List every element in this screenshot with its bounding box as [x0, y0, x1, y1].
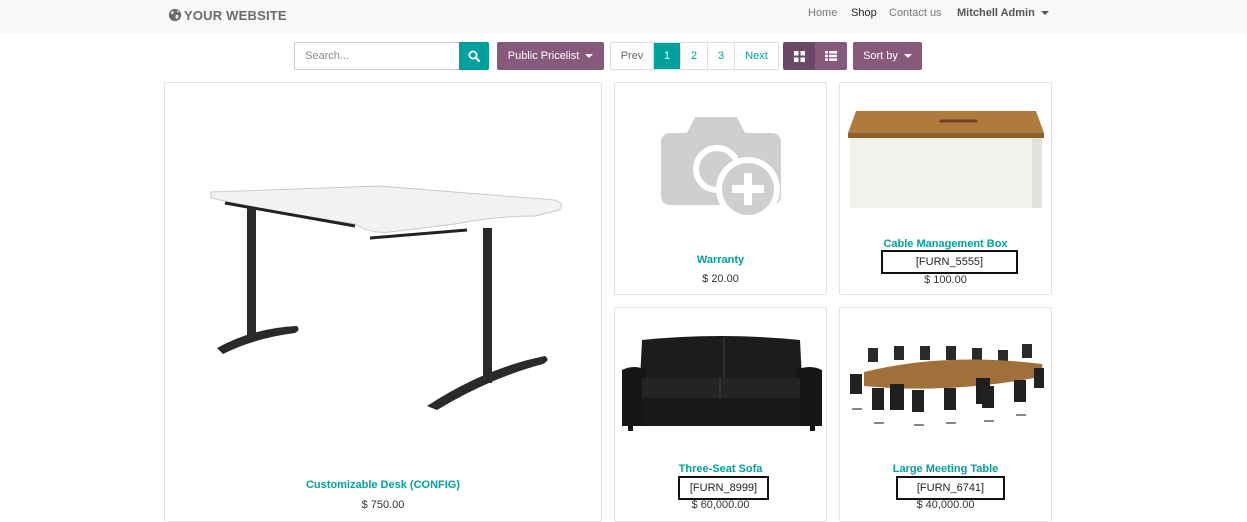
product-card-cable-management-box[interactable]: Cable Management Box [FURN_5555] $ 100.0… [839, 82, 1052, 295]
sofa-image [622, 336, 822, 431]
top-navbar: YOUR WEBSITE Home Shop Contact us Mitche… [0, 0, 1247, 34]
product-code-highlight: [FURN_8999] [678, 476, 769, 500]
product-card-warranty[interactable]: Warranty $ 20.00 [614, 82, 827, 295]
caret-down-icon [903, 54, 912, 58]
pager-page-3[interactable]: 3 [708, 43, 735, 69]
cable-box-image [848, 111, 1044, 208]
nav-contact-us[interactable]: Contact us [889, 7, 942, 19]
product-price: $ 20.00 [702, 273, 739, 285]
sort-by-dropdown[interactable]: Sort by [853, 42, 922, 70]
product-card-three-seat-sofa[interactable]: Three-Seat Sofa [FURN_8999] $ 60,000.00 [614, 307, 827, 522]
list-view-button[interactable] [815, 42, 847, 70]
product-price: $ 60,000.00 [691, 499, 750, 511]
globe-icon [168, 8, 182, 22]
search-input[interactable] [294, 42, 460, 70]
pricelist-label: Public Pricelist [507, 50, 580, 62]
product-code-highlight: [FURN_5555] [881, 250, 1018, 274]
brand-name: YOUR WEBSITE [184, 7, 287, 23]
product-name[interactable]: Warranty [615, 254, 826, 266]
product-code-highlight: [FURN_6741] [896, 476, 1005, 500]
pager-next[interactable]: Next [735, 43, 778, 69]
pagination: Prev 1 2 3 Next [610, 42, 779, 70]
nav-shop[interactable]: Shop [851, 7, 877, 19]
sort-by-label: Sort by [863, 50, 898, 62]
brand-logo[interactable]: YOUR WEBSITE [168, 6, 287, 24]
product-card-large-meeting-table[interactable]: Large Meeting Table [FURN_6741] $ 40,000… [839, 307, 1052, 522]
search-button[interactable] [459, 42, 489, 70]
product-name[interactable]: Three-Seat Sofa [615, 463, 826, 475]
grid-icon [793, 50, 805, 62]
product-price: $ 100.00 [924, 274, 967, 286]
product-price: $ 40,000.00 [916, 499, 975, 511]
product-card-customizable-desk[interactable]: Customizable Desk (CONFIG) $ 750.00 [164, 82, 602, 522]
list-icon [825, 51, 837, 61]
product-price: $ 750.00 [361, 499, 405, 511]
pager-page-1[interactable]: 1 [654, 43, 681, 69]
desk-image [210, 185, 562, 410]
pager-page-2[interactable]: 2 [681, 43, 708, 69]
caret-down-icon [1040, 11, 1049, 16]
user-menu[interactable]: Mitchell Admin [957, 7, 1049, 19]
caret-down-icon [585, 54, 594, 58]
search-icon [468, 50, 480, 62]
pricelist-dropdown[interactable]: Public Pricelist [497, 42, 604, 70]
view-toggle [783, 42, 847, 70]
pager-prev[interactable]: Prev [611, 43, 654, 69]
user-name: Mitchell Admin [957, 7, 1035, 19]
meeting-table-image [850, 344, 1044, 426]
camera-plus-icon [661, 117, 781, 221]
nav-home[interactable]: Home [808, 7, 837, 19]
product-name[interactable]: Large Meeting Table [840, 463, 1051, 475]
product-name[interactable]: Customizable Desk (CONFIG) [165, 479, 601, 491]
grid-view-button[interactable] [783, 42, 815, 70]
product-name[interactable]: Cable Management Box [840, 238, 1051, 250]
